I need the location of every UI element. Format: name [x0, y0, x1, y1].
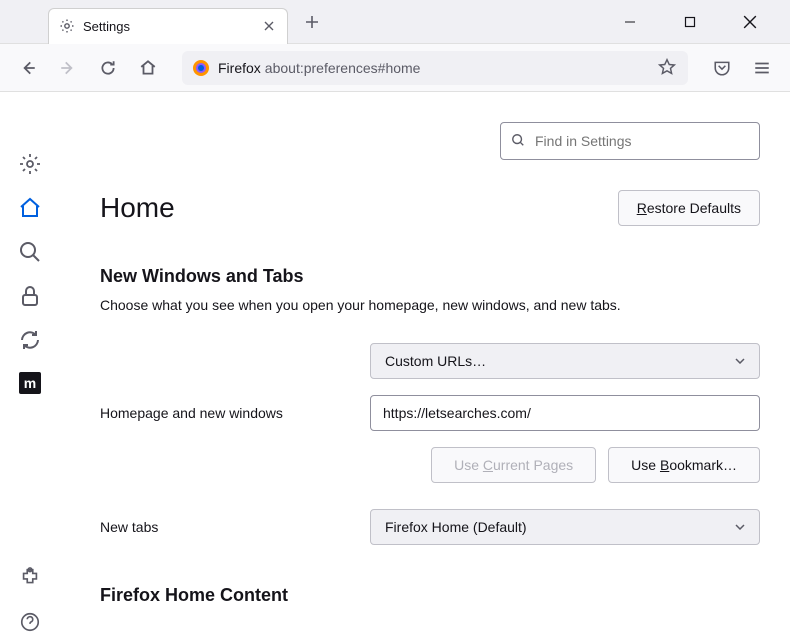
newtabs-label: New tabs [100, 519, 350, 535]
dropdown-label: Firefox Home (Default) [385, 519, 527, 535]
gear-icon [59, 18, 75, 34]
sidebar-search-icon[interactable] [18, 240, 42, 264]
sidebar-home-icon[interactable] [18, 196, 42, 220]
settings-search[interactable] [500, 122, 760, 160]
use-bookmark-button[interactable]: Use Bookmark… [608, 447, 760, 483]
homepage-label: Homepage and new windows [100, 405, 350, 421]
homepage-dropdown[interactable]: Custom URLs… [370, 343, 760, 379]
back-button[interactable] [12, 52, 44, 84]
app-menu-button[interactable] [746, 52, 778, 84]
dropdown-label: Custom URLs… [385, 353, 486, 369]
page-heading: Home [100, 192, 175, 224]
urlbar-text: about:preferences#home [265, 60, 658, 76]
search-icon [511, 133, 527, 149]
section-title: New Windows and Tabs [100, 266, 760, 287]
sidebar-more-icon[interactable]: m [19, 372, 41, 394]
settings-search-input[interactable] [535, 133, 749, 149]
restore-defaults-button[interactable]: Restore Defaults [618, 190, 760, 226]
browser-tab[interactable]: Settings [48, 8, 288, 44]
pocket-button[interactable] [706, 52, 738, 84]
sidebar: m [0, 92, 60, 634]
minimize-button[interactable] [610, 6, 650, 38]
section-title: Firefox Home Content [100, 585, 760, 606]
chevron-down-icon [735, 358, 745, 364]
close-window-button[interactable] [730, 6, 770, 38]
tab-title: Settings [83, 19, 261, 34]
main-content: Home Restore Defaults New Windows and Ta… [60, 92, 790, 634]
url-bar[interactable]: Firefox about:preferences#home [182, 51, 688, 85]
sidebar-help-icon[interactable] [18, 610, 42, 634]
close-icon[interactable] [261, 18, 277, 34]
titlebar: Settings [0, 0, 790, 44]
use-current-pages-button[interactable]: Use Current Pages [431, 447, 596, 483]
sidebar-general-icon[interactable] [18, 152, 42, 176]
sidebar-privacy-icon[interactable] [18, 284, 42, 308]
newtabs-dropdown[interactable]: Firefox Home (Default) [370, 509, 760, 545]
chevron-down-icon [735, 524, 745, 530]
sidebar-extensions-icon[interactable] [18, 566, 42, 590]
homepage-url-input[interactable] [370, 395, 760, 431]
toolbar: Firefox about:preferences#home [0, 44, 790, 92]
sidebar-sync-icon[interactable] [18, 328, 42, 352]
home-button[interactable] [132, 52, 164, 84]
reload-button[interactable] [92, 52, 124, 84]
maximize-button[interactable] [670, 6, 710, 38]
forward-button[interactable] [52, 52, 84, 84]
new-tab-button[interactable] [296, 6, 328, 38]
bookmark-star-icon[interactable] [658, 58, 678, 78]
section-description: Choose what you see when you open your h… [100, 297, 760, 313]
firefox-icon [192, 59, 210, 77]
urlbar-prefix: Firefox [218, 60, 261, 76]
